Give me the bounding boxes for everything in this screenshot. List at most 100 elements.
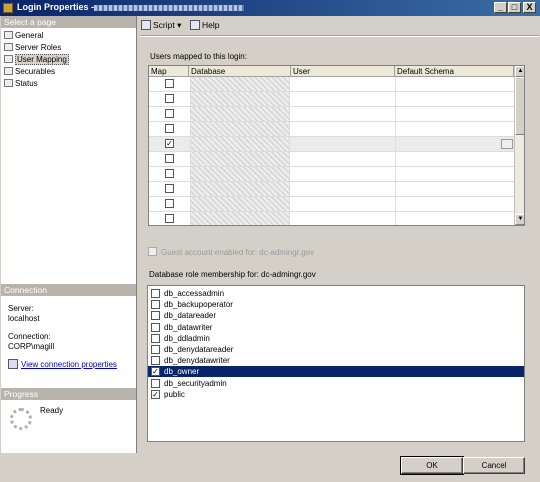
maximize-button[interactable]: □ <box>508 2 521 13</box>
table-row[interactable] <box>149 212 514 225</box>
role-name: db_backupoperator <box>164 300 233 310</box>
list-item[interactable]: db_datawriter <box>148 322 524 333</box>
view-connection-properties-link[interactable]: View connection properties <box>21 360 117 369</box>
page-item-general[interactable]: General <box>4 30 43 41</box>
cell-divider <box>395 107 396 121</box>
page-icon <box>4 43 13 51</box>
progress-header: Progress <box>1 388 136 400</box>
page-item-label: General <box>15 31 44 40</box>
page-icon <box>4 55 13 63</box>
map-checkbox[interactable]: ✓ <box>165 139 174 148</box>
map-checkbox[interactable] <box>165 124 174 133</box>
list-item[interactable]: db_securityadmin <box>148 378 524 389</box>
role-checkbox[interactable]: ✓ <box>151 389 160 399</box>
role-checkbox[interactable] <box>151 322 160 332</box>
table-row[interactable] <box>149 122 514 137</box>
role-name: db_securityadmin <box>164 378 227 388</box>
role-checkbox[interactable] <box>151 345 160 354</box>
map-checkbox[interactable] <box>165 154 174 163</box>
map-checkbox[interactable] <box>165 184 174 193</box>
cell-divider <box>395 122 396 136</box>
list-item[interactable]: db_backupoperator <box>148 299 524 310</box>
script-button[interactable]: Script ▾ <box>141 18 181 32</box>
table-row[interactable] <box>149 107 514 122</box>
page-icon <box>4 79 13 87</box>
database-cell[interactable] <box>190 197 290 211</box>
role-checkbox[interactable] <box>151 300 160 310</box>
column-header-database[interactable]: Database <box>189 66 291 77</box>
map-checkbox[interactable] <box>165 94 174 103</box>
server-label: Server: <box>8 304 34 313</box>
help-icon <box>190 20 200 30</box>
role-checkbox[interactable] <box>151 378 160 388</box>
list-item[interactable]: db_datareader <box>148 310 524 321</box>
left-pane: Select a page General Server Roles User … <box>1 16 137 453</box>
user-mapping-grid[interactable]: Map Database User Default Schema ✓ ▲ ▼ <box>148 65 525 226</box>
database-cell[interactable] <box>190 212 290 225</box>
page-item-label: Status <box>15 79 38 88</box>
schema-ellipsis-button[interactable] <box>501 139 513 149</box>
cancel-button[interactable]: Cancel <box>463 457 525 474</box>
list-item[interactable]: db_denydatareader <box>148 344 524 355</box>
page-item-user-mapping[interactable]: User Mapping <box>4 54 69 65</box>
database-cell[interactable] <box>190 77 290 91</box>
database-cell[interactable] <box>190 92 290 106</box>
close-button[interactable]: X <box>523 2 536 13</box>
list-item[interactable]: db_accessadmin <box>148 288 524 299</box>
table-row[interactable] <box>149 152 514 167</box>
role-name: db_accessadmin <box>164 289 225 298</box>
guest-account-label: Guest account enabled for: dc-admingr.go… <box>161 248 314 257</box>
role-name: db_datareader <box>164 311 217 321</box>
role-checkbox[interactable] <box>151 311 160 321</box>
scroll-down-icon[interactable]: ▼ <box>515 214 524 225</box>
database-cell[interactable] <box>190 107 290 121</box>
table-row[interactable] <box>149 77 514 92</box>
list-item[interactable]: db_ddladmin <box>148 333 524 344</box>
ok-button[interactable]: OK <box>400 456 464 475</box>
progress-spinner-icon <box>10 408 32 430</box>
map-checkbox[interactable] <box>165 214 174 223</box>
role-name: db_ddladmin <box>164 333 210 343</box>
grid-scrollbar[interactable]: ▲ ▼ <box>514 66 524 225</box>
database-cell[interactable] <box>190 122 290 136</box>
table-row[interactable] <box>149 182 514 197</box>
server-value: localhost <box>8 314 40 323</box>
help-button[interactable]: Help <box>190 18 219 32</box>
database-cell[interactable] <box>190 167 290 181</box>
page-item-status[interactable]: Status <box>4 78 38 89</box>
role-checkbox[interactable] <box>151 289 160 298</box>
scroll-thumb[interactable] <box>515 77 524 135</box>
table-row[interactable] <box>149 197 514 212</box>
title-bar: Login Properties - _ □ X <box>0 0 540 16</box>
users-mapped-label: Users mapped to this login: <box>150 52 247 61</box>
role-checkbox[interactable] <box>151 356 160 366</box>
guest-account-checkbox[interactable] <box>148 247 157 256</box>
page-item-securables[interactable]: Securables <box>4 66 55 77</box>
cell-divider <box>395 212 396 225</box>
connection-properties-icon <box>8 359 18 369</box>
map-checkbox[interactable] <box>165 169 174 178</box>
scroll-up-icon[interactable]: ▲ <box>515 66 524 77</box>
database-cell[interactable] <box>190 182 290 196</box>
list-item[interactable]: db_denydatawriter <box>148 355 524 366</box>
list-item[interactable]: ✓ db_owner <box>148 366 524 378</box>
page-item-server-roles[interactable]: Server Roles <box>4 42 61 53</box>
role-checkbox[interactable]: ✓ <box>151 367 160 377</box>
progress-status: Ready <box>40 406 64 415</box>
table-row[interactable] <box>149 92 514 107</box>
database-cell[interactable] <box>190 137 290 151</box>
column-header-default-schema[interactable]: Default Schema <box>395 66 514 77</box>
column-header-map[interactable]: Map <box>149 66 189 77</box>
column-header-user[interactable]: User <box>291 66 395 77</box>
role-membership-list[interactable]: db_accessadmin db_backupoperator db_datare… <box>147 285 525 442</box>
table-row[interactable] <box>149 167 514 182</box>
role-checkbox[interactable] <box>151 333 160 343</box>
map-checkbox[interactable] <box>165 109 174 118</box>
table-row[interactable]: ✓ <box>149 137 514 152</box>
database-cell[interactable] <box>190 152 290 166</box>
map-checkbox[interactable] <box>165 79 174 88</box>
cell-divider <box>395 137 396 151</box>
list-item[interactable]: ✓ public <box>148 389 524 400</box>
map-checkbox[interactable] <box>165 199 174 208</box>
minimize-button[interactable]: _ <box>494 2 507 13</box>
